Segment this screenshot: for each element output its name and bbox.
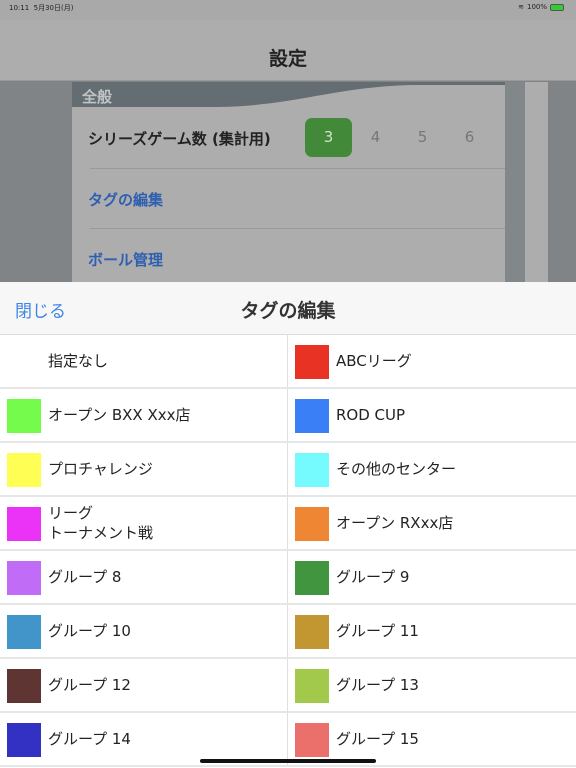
tag-color-swatch [295, 399, 329, 433]
tag-label: 指定なし [48, 352, 109, 370]
tag-color-swatch [7, 669, 41, 703]
tag-grid: 指定なし ABCリーグオープン BXX Xxx店 ROD CUP プロチャレンジ その他… [0, 335, 576, 767]
series-option-6[interactable]: 6 [446, 118, 493, 157]
tag-label: グループ 12 [48, 676, 131, 694]
tag-item[interactable]: ABCリーグ [288, 335, 576, 389]
series-games-label: シリーズゲーム数 (集計用) [88, 130, 271, 148]
tag-label: グループ 14 [48, 730, 131, 748]
tag-label: グループ 15 [336, 730, 419, 748]
tag-item[interactable]: 指定なし [0, 335, 288, 389]
tag-label: オープン RXxx店 [336, 514, 454, 532]
tag-label: リーグ トーナメント戦 [48, 504, 154, 542]
tag-item[interactable]: グループ 10 [0, 605, 288, 659]
tag-item[interactable]: グループ 11 [288, 605, 576, 659]
tag-color-swatch [7, 561, 41, 595]
tag-item[interactable]: プロチャレンジ [0, 443, 288, 497]
tag-item[interactable]: その他のセンター [288, 443, 576, 497]
section-header-wave [212, 82, 505, 107]
tag-item[interactable]: リーグ トーナメント戦 [0, 497, 288, 551]
sheet-title: タグの編集 [240, 300, 336, 322]
tag-edit-sheet: 閉じる タグの編集 指定なし ABCリーグオープン BXX Xxx店 ROD CUP… [0, 282, 576, 768]
ball-manage-link[interactable]: ボール管理 [88, 249, 163, 270]
tag-color-swatch [295, 345, 329, 379]
tag-label: グループ 13 [336, 676, 419, 694]
status-bar: 10:11 5月30日(月) ≋ 100% [0, 0, 576, 20]
close-button[interactable]: 閉じる [15, 297, 66, 322]
nav-bar: 設定 [0, 20, 576, 81]
tag-item[interactable]: グループ 9 [288, 551, 576, 605]
status-date: 5月30日(月) [33, 4, 74, 12]
tag-color-swatch [295, 615, 329, 649]
tag-item[interactable]: ROD CUP [288, 389, 576, 443]
tag-label: グループ 10 [48, 622, 131, 640]
divider [90, 168, 505, 169]
tag-item[interactable]: オープン RXxx店 [288, 497, 576, 551]
tag-color-swatch [295, 561, 329, 595]
tag-color-swatch [295, 669, 329, 703]
series-option-5[interactable]: 5 [399, 118, 446, 157]
series-option-3[interactable]: 3 [305, 118, 352, 157]
battery-percent: 100% [526, 3, 547, 11]
tag-label: ABCリーグ [336, 352, 412, 370]
tag-label: ROD CUP [336, 406, 406, 424]
wifi-icon: ≋ [518, 3, 524, 11]
tag-item[interactable]: グループ 8 [0, 551, 288, 605]
section-title: 全般 [82, 88, 113, 106]
series-option-4[interactable]: 4 [352, 118, 399, 157]
tag-label: グループ 8 [48, 568, 122, 586]
tag-color-swatch [295, 723, 329, 757]
tag-color-swatch [7, 723, 41, 757]
tag-edit-link[interactable]: タグの編集 [88, 189, 163, 210]
tag-color-swatch [7, 615, 41, 649]
divider [90, 228, 505, 229]
tag-color-swatch [7, 453, 41, 487]
page-title: 設定 [268, 48, 307, 70]
tag-label: グループ 11 [336, 622, 419, 640]
tag-color-swatch [7, 399, 41, 433]
tag-item[interactable]: オープン BXX Xxx店 [0, 389, 288, 443]
background-strip [505, 82, 525, 292]
tag-item[interactable]: グループ 13 [288, 659, 576, 713]
tag-color-swatch [295, 507, 329, 541]
tag-label: プロチャレンジ [48, 460, 153, 478]
tag-item[interactable]: グループ 12 [0, 659, 288, 713]
home-indicator[interactable] [200, 759, 376, 763]
tag-label: グループ 9 [336, 568, 410, 586]
section-header: 全般 [72, 82, 505, 107]
background-strip [525, 82, 548, 292]
settings-card: 全般 シリーズゲーム数 (集計用) 3 4 5 6 タグの編集 ボール管理 [72, 82, 505, 292]
tag-label: その他のセンター [336, 460, 457, 478]
tag-color-swatch [7, 507, 41, 541]
tag-color-swatch [295, 453, 329, 487]
sheet-header: 閉じる タグの編集 [0, 282, 576, 335]
battery-icon [550, 3, 564, 11]
status-time: 10:11 [9, 4, 30, 12]
tag-label: オープン BXX Xxx店 [48, 406, 191, 424]
